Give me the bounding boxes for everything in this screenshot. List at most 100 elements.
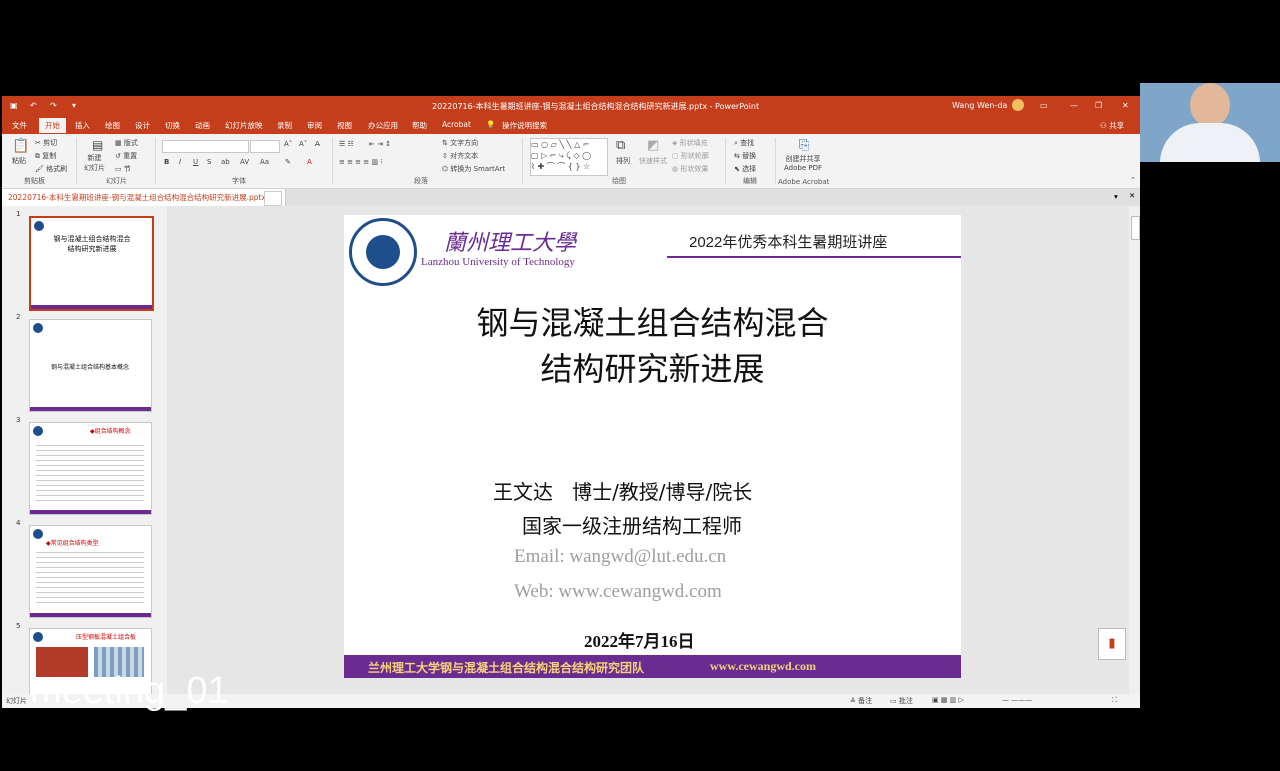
- italic-icon[interactable]: I: [179, 158, 181, 166]
- fit-slide-icon[interactable]: ⛶: [1112, 696, 1117, 705]
- close-icon[interactable]: ✕: [1122, 101, 1129, 110]
- clear-format-icon[interactable]: A̶: [315, 140, 320, 148]
- select-button[interactable]: ⬉ 选择: [734, 164, 756, 174]
- tab-help[interactable]: 帮助: [412, 120, 427, 131]
- shape-outline-button[interactable]: ▢ 形状轮廓: [672, 151, 709, 161]
- maximize-icon[interactable]: ❐: [1095, 101, 1102, 110]
- text-direction-label: 文字方向: [450, 139, 479, 147]
- arrange-button[interactable]: 排列: [616, 156, 630, 166]
- cut-label: 剪切: [43, 139, 58, 147]
- thumb-title: 钢与混凝土组合结构基本概念: [50, 364, 129, 371]
- char-spacing-icon[interactable]: AV: [240, 158, 249, 166]
- tab-review[interactable]: 审阅: [307, 120, 322, 131]
- thumbnail-slide-1[interactable]: 钢与混凝土组合结构混合结构研究新进展: [29, 216, 154, 311]
- shape-outline-label: 形状轮廓: [680, 152, 709, 160]
- align-icons[interactable]: ≡ ≡ ≡ ≡ ▥ ⁝: [339, 158, 382, 166]
- indent-icons[interactable]: ⇤ ⇥ ↕: [369, 140, 391, 148]
- current-slide[interactable]: 蘭州理工大學 Lanzhou University of Technology …: [344, 215, 961, 678]
- create-share-pdf-button[interactable]: 创建并共享 Adobe PDF: [784, 154, 822, 172]
- bookmark-icon[interactable]: ▮: [1098, 628, 1126, 660]
- minimize-icon[interactable]: —: [1070, 101, 1078, 110]
- font-size-increase-icon[interactable]: A˄: [284, 140, 292, 148]
- customize-qat-icon[interactable]: ▾: [72, 101, 76, 110]
- cut-button[interactable]: ✂ 剪切: [35, 138, 57, 148]
- tab-design[interactable]: 设计: [135, 120, 150, 131]
- smartart-label: 转换为 SmartArt: [450, 165, 506, 173]
- pdf-icon[interactable]: ⎘: [799, 138, 809, 153]
- text-direction-button[interactable]: ⇅ 文字方向: [442, 138, 478, 148]
- paste-icon[interactable]: 📋: [12, 138, 29, 154]
- scroll-thumb[interactable]: [1131, 216, 1140, 240]
- align-text-button[interactable]: ⇳ 对齐文本: [442, 151, 478, 161]
- replace-label: 替换: [742, 152, 757, 160]
- tab-home[interactable]: 开始: [39, 118, 66, 133]
- user-name[interactable]: Wang Wen-da: [952, 101, 1007, 110]
- shape-effects-button[interactable]: ◍ 形状效果: [672, 164, 708, 174]
- close-doc-icon[interactable]: ✕: [1129, 191, 1135, 200]
- notes-button[interactable]: ≙ 备注: [850, 696, 872, 706]
- align-text-label: 对齐文本: [450, 152, 479, 160]
- strikethrough-icon[interactable]: S: [207, 158, 211, 166]
- redo-icon[interactable]: ↷: [50, 101, 57, 110]
- tab-slideshow[interactable]: 幻灯片放映: [225, 120, 263, 131]
- bold-icon[interactable]: B: [164, 158, 169, 166]
- change-case-icon[interactable]: Aa: [260, 158, 269, 166]
- underline-icon[interactable]: U: [193, 158, 198, 166]
- header-rule: [667, 256, 961, 258]
- replace-button[interactable]: ⇆ 替换: [734, 151, 756, 161]
- vertical-scrollbar[interactable]: [1129, 206, 1140, 696]
- share-button[interactable]: ⚇ 共享: [1100, 120, 1124, 131]
- tab-draw[interactable]: 绘图: [105, 120, 120, 131]
- thumbnail-slide-3[interactable]: ◆组合结构概念: [29, 422, 152, 515]
- quick-styles-button[interactable]: 快速样式: [639, 156, 667, 166]
- arrange-icon[interactable]: ⧉: [616, 138, 625, 153]
- save-icon[interactable]: ▣: [10, 101, 18, 110]
- new-slide-icon[interactable]: ▤: [92, 138, 103, 152]
- tab-acrobat[interactable]: Acrobat: [442, 120, 471, 129]
- shapes-gallery[interactable]: ▭ ○ ▱ ╲ ╲ △ ⌐ ▢ ▷ ⌐ ⤷ ⤹ ◇ ◯ ⌇ ✚ ⌒ ⌒ { } ☆: [530, 138, 608, 176]
- format-painter-button[interactable]: 🖌 格式刷: [35, 164, 67, 174]
- shape-fill-button[interactable]: ◈ 形状填充: [672, 138, 708, 148]
- zoom-slider[interactable]: — ———: [1002, 696, 1032, 704]
- quick-styles-icon[interactable]: ◩: [647, 138, 659, 153]
- slide-footer-bar: 兰州理工大学钢与混凝土组合结构混合结构研究团队 www.cewangwd.com: [344, 655, 961, 678]
- divider: [332, 138, 333, 184]
- tab-list-icon[interactable]: ▾: [1114, 192, 1118, 201]
- layout-button[interactable]: ▦ 版式: [115, 138, 138, 148]
- tell-me-search[interactable]: 操作说明搜索: [502, 120, 547, 131]
- thumbnail-slide-4[interactable]: ◆常见组合结构类型: [29, 525, 152, 618]
- ribbon-display-icon[interactable]: ▭: [1040, 101, 1048, 110]
- tab-animations[interactable]: 动画: [195, 120, 210, 131]
- seal-emblem: [366, 235, 400, 269]
- font-size-decrease-icon[interactable]: A˅: [299, 140, 307, 148]
- paste-button[interactable]: 粘贴: [12, 156, 26, 166]
- copy-button[interactable]: ⧉ 复制: [35, 151, 56, 161]
- thumb-title: ◆常见组合结构类型: [46, 540, 99, 547]
- tab-transitions[interactable]: 切换: [165, 120, 180, 131]
- undo-icon[interactable]: ↶: [30, 101, 37, 110]
- smartart-button[interactable]: ⌬ 转换为 SmartArt: [442, 164, 505, 174]
- shadow-icon[interactable]: ab: [221, 158, 230, 166]
- thumbnail-slide-2[interactable]: 钢与混凝土组合结构基本概念: [29, 319, 152, 412]
- font-color-icon[interactable]: A: [307, 158, 312, 166]
- thumb-title: ◆组合结构概念: [90, 428, 131, 435]
- comments-button[interactable]: ▭ 批注: [890, 696, 913, 706]
- tab-file[interactable]: 文件: [12, 120, 27, 131]
- find-button[interactable]: ⌕ 查找: [734, 138, 754, 148]
- new-tab-button[interactable]: [264, 191, 282, 206]
- reset-button[interactable]: ↺ 重置: [115, 151, 137, 161]
- tab-view[interactable]: 视图: [337, 120, 352, 131]
- font-family-select[interactable]: [162, 140, 249, 153]
- tab-record[interactable]: 录制: [277, 120, 292, 131]
- view-buttons[interactable]: ▣ ▦ ▥ ▷: [932, 696, 964, 704]
- highlight-icon[interactable]: ✎: [285, 158, 291, 166]
- new-slide-button[interactable]: 新建 幻灯片: [84, 153, 105, 173]
- tab-office-apps[interactable]: 办公应用: [368, 120, 398, 131]
- avatar[interactable]: [1012, 99, 1024, 111]
- font-size-select[interactable]: [250, 140, 280, 153]
- tab-insert[interactable]: 插入: [75, 120, 90, 131]
- document-tab[interactable]: 20220716-本科生暑期班讲座-钢与混凝土组合结构混合结构研究新进展.ppt…: [2, 189, 286, 206]
- collapse-ribbon-icon[interactable]: ⌃: [1130, 176, 1136, 184]
- section-button[interactable]: ▭ 节: [115, 164, 131, 174]
- bullets-icon[interactable]: ☰ ☷: [339, 140, 354, 148]
